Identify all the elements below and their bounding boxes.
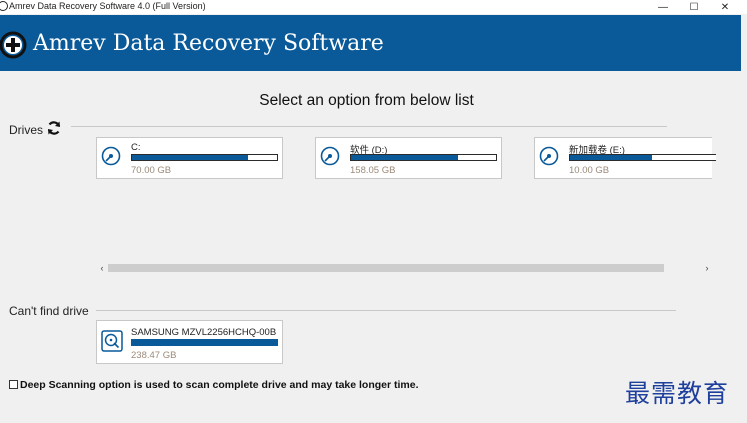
physical-drive-usage-bar	[131, 339, 278, 346]
deep-scan-checkbox[interactable]	[9, 380, 18, 389]
drive-card-e[interactable]: 新加载卷 (E:) 10.00 GB	[534, 137, 716, 179]
drives-horizontal-scrollbar[interactable]: ‹ ›	[96, 262, 713, 274]
recovery-logo-icon	[0, 31, 27, 59]
cant-find-drive-label: Can't find drive	[9, 304, 89, 318]
drive-usage-bar	[131, 154, 278, 161]
drives-divider	[71, 126, 667, 127]
drive-usage-bar	[569, 154, 716, 161]
app-name: Amrev Data Recovery Software	[33, 31, 384, 56]
title-bar: Amrev Data Recovery Software 4.0 (Full V…	[0, 0, 747, 14]
drive-usage-bar	[350, 154, 497, 161]
physical-drive-name: SAMSUNG MZVL2256HCHQ-00B	[131, 327, 277, 338]
disk-icon	[101, 146, 121, 166]
drives-label: Drives	[9, 123, 44, 137]
disk-icon	[320, 146, 340, 166]
physical-drive-size: 238.47 GB	[131, 350, 177, 361]
maximize-button[interactable]: ☐	[679, 0, 709, 14]
page-heading: Select an option from below list	[259, 92, 474, 109]
refresh-icon[interactable]	[46, 120, 62, 136]
physical-drive-card[interactable]: SAMSUNG MZVL2256HCHQ-00B 238.47 GB	[96, 320, 283, 364]
scroll-right-arrow[interactable]: ›	[701, 262, 713, 274]
close-button[interactable]: ✕	[710, 0, 740, 14]
drive-size: 10.00 GB	[569, 165, 610, 176]
drive-size: 70.00 GB	[131, 165, 172, 176]
drive-name: C:	[131, 142, 141, 153]
scroll-thumb[interactable]	[108, 264, 664, 272]
drive-card-c[interactable]: C: 70.00 GB	[96, 137, 283, 179]
drive-usage-fill	[570, 155, 652, 160]
drive-size: 158.05 GB	[350, 165, 396, 176]
cant-find-divider	[96, 310, 676, 311]
drive-usage-fill	[132, 155, 248, 160]
scroll-left-arrow[interactable]: ‹	[96, 262, 108, 274]
minimize-button[interactable]: —	[648, 0, 678, 14]
app-icon	[0, 1, 8, 11]
watermark-text: 最需教育	[625, 379, 730, 408]
drive-card-d[interactable]: 软件 (D:) 158.05 GB	[315, 137, 502, 179]
app-banner: Amrev Data Recovery Software	[0, 15, 741, 71]
disk-icon	[539, 146, 559, 166]
hard-drive-icon	[101, 330, 123, 352]
window-title: Amrev Data Recovery Software 4.0 (Full V…	[9, 1, 206, 11]
drive-usage-fill	[351, 155, 459, 160]
deep-scan-label: Deep Scanning option is used to scan com…	[20, 379, 419, 391]
